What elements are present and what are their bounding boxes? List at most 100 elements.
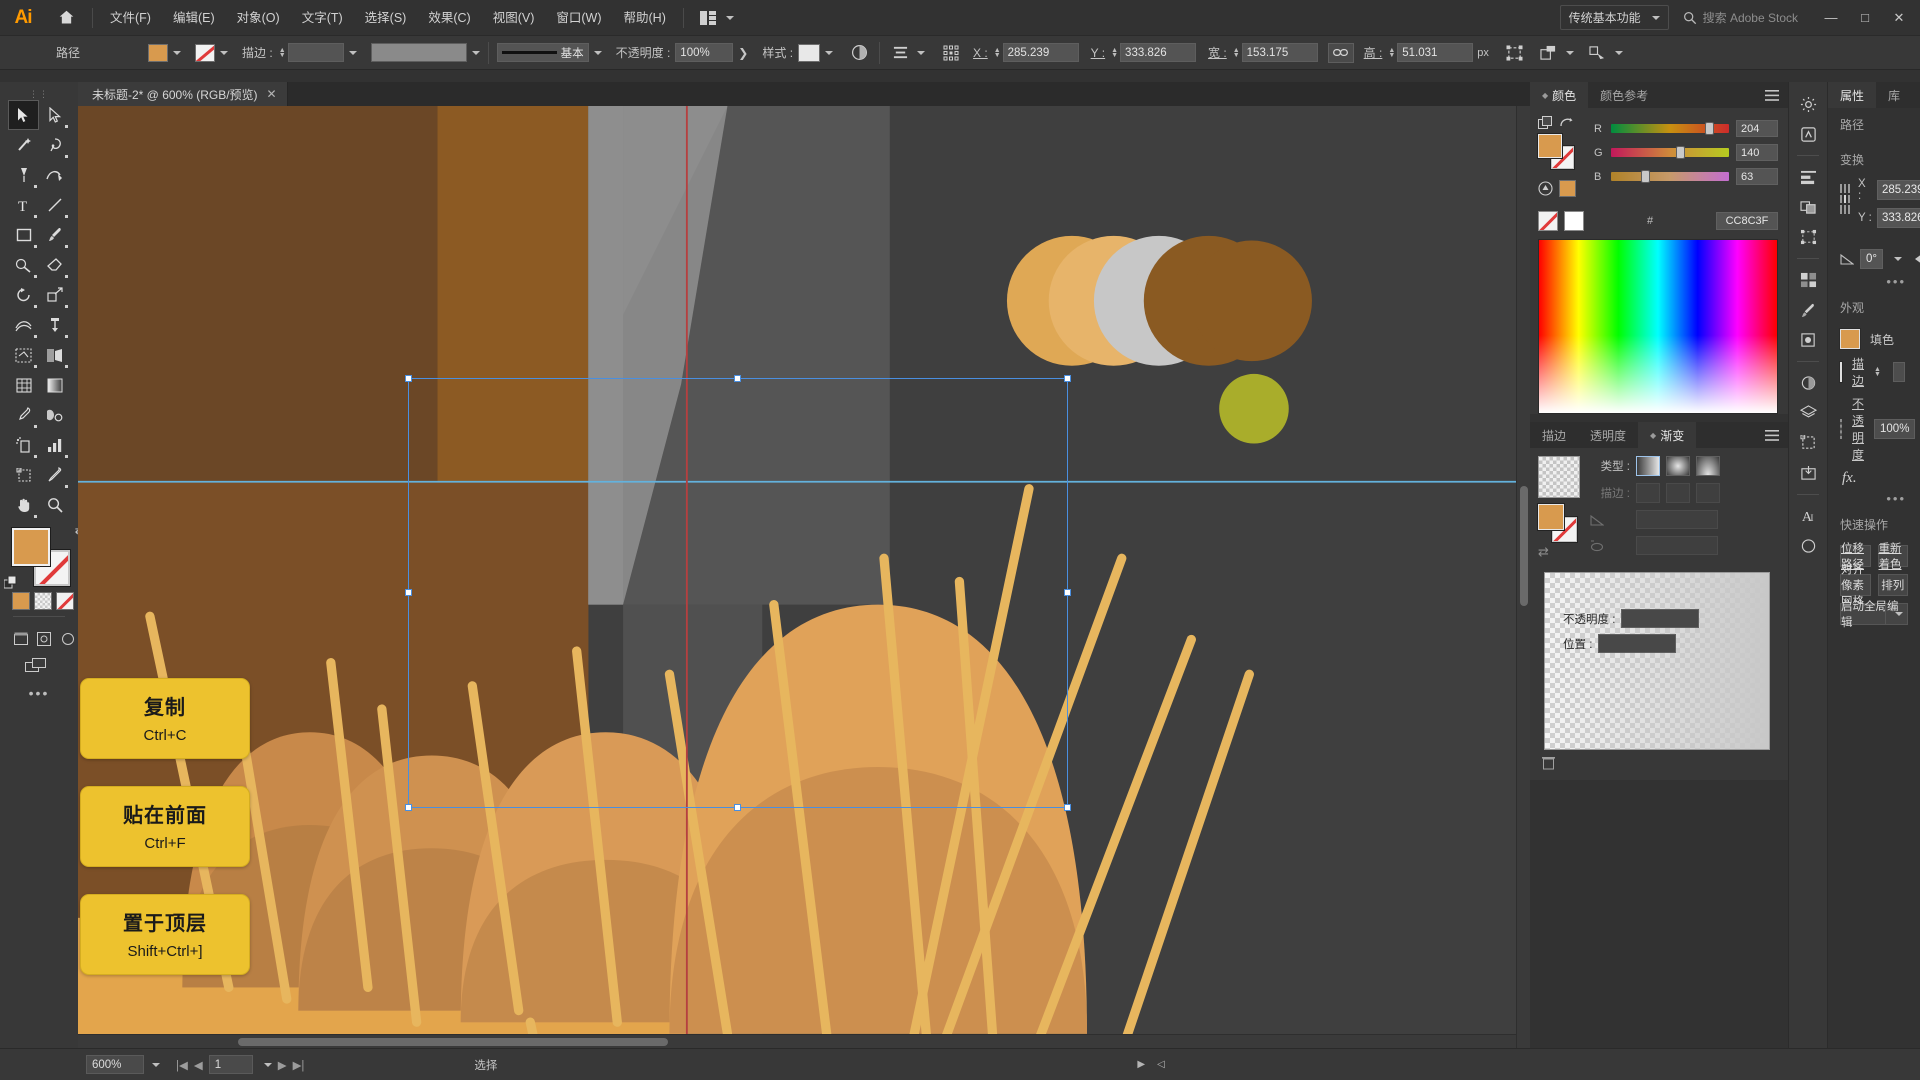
close-icon[interactable]: ✕ xyxy=(267,87,277,101)
swatches-rail-icon[interactable] xyxy=(1793,266,1823,294)
chevron-down-icon[interactable] xyxy=(1894,257,1902,261)
chevron-down-icon[interactable] xyxy=(348,50,357,55)
hex-input[interactable]: CC8C3F xyxy=(1716,212,1778,230)
scale-tool[interactable] xyxy=(39,280,70,310)
card-bring-to-front[interactable]: 置于顶层 Shift+Ctrl+] xyxy=(80,894,250,975)
transform-panel-icon[interactable] xyxy=(1503,41,1527,65)
chevron-down-icon[interactable] xyxy=(220,50,229,55)
status-next-icon[interactable]: ▶ xyxy=(1137,1059,1145,1070)
canvas-vertical-scrollbar[interactable] xyxy=(1516,106,1530,1048)
swap-colors-icon[interactable] xyxy=(1559,117,1573,129)
menu-file[interactable]: 文件(F) xyxy=(99,0,162,36)
symbols-rail-icon[interactable] xyxy=(1793,326,1823,354)
default-fill-stroke-icon[interactable] xyxy=(4,576,18,590)
shaper-tool[interactable] xyxy=(8,250,39,280)
type-tool[interactable]: T xyxy=(8,190,39,220)
normal-screen-mode-icon[interactable] xyxy=(12,629,31,649)
stroke-weight-input[interactable] xyxy=(287,43,344,62)
transform-rail-icon[interactable] xyxy=(1793,223,1823,251)
toggle-fill-stroke-icon[interactable] xyxy=(1538,116,1553,130)
g-value[interactable]: 140 xyxy=(1736,144,1778,161)
appearance-fill-swatch[interactable] xyxy=(1839,328,1861,350)
gradient-angle-input[interactable] xyxy=(1636,510,1718,529)
status-menu-icon[interactable]: ◁ xyxy=(1157,1059,1165,1070)
adobe-stock-search[interactable]: 搜索 Adobe Stock xyxy=(1683,9,1798,26)
rotate-tool[interactable] xyxy=(8,280,39,310)
zoom-level-input[interactable]: 600% xyxy=(86,1055,144,1074)
fullscreen-menubar-icon[interactable] xyxy=(35,629,54,649)
websafe-swatch[interactable] xyxy=(1559,180,1576,197)
zoom-tool[interactable] xyxy=(39,490,70,520)
reference-point-selector[interactable] xyxy=(1840,184,1850,214)
g-slider-track[interactable] xyxy=(1611,146,1729,159)
first-artboard-icon[interactable]: |◀ xyxy=(176,1058,188,1072)
tab-stroke[interactable]: 描边 xyxy=(1530,422,1578,448)
qa-arrange[interactable]: 排列 xyxy=(1877,574,1908,596)
menu-window[interactable]: 窗口(W) xyxy=(545,0,612,36)
artboard-tool[interactable] xyxy=(8,460,39,490)
paintbrush-tool[interactable] xyxy=(39,220,70,250)
appearance-rail-icon[interactable] xyxy=(1793,369,1823,397)
fill-swatch[interactable] xyxy=(148,43,169,62)
align-options-icon[interactable] xyxy=(888,41,912,65)
tab-transparency[interactable]: 透明度 xyxy=(1578,422,1638,448)
gradient-fill-swatch[interactable] xyxy=(1537,503,1565,531)
gradient-mode-button[interactable] xyxy=(34,592,52,610)
asset-export-rail-icon[interactable] xyxy=(1793,459,1823,487)
x-stepper[interactable]: ▲ ▼ xyxy=(994,47,1001,59)
stroke-profile-dropdown[interactable] xyxy=(370,43,467,62)
card-copy[interactable]: 复制 Ctrl+C xyxy=(80,678,250,759)
qa-global-edit[interactable]: 启动全局编辑 xyxy=(1840,601,1908,629)
change-screen-mode-icon[interactable] xyxy=(22,655,50,675)
close-button[interactable]: ✕ xyxy=(1882,5,1916,31)
tab-properties[interactable]: 属性 xyxy=(1828,82,1877,108)
height-input[interactable]: 51.031 xyxy=(1397,43,1474,62)
ref-point-bl[interactable] xyxy=(1840,205,1842,214)
transform-more-options-icon[interactable]: ••• xyxy=(1828,270,1920,291)
canvas-area[interactable]: 复制 Ctrl+C 贴在前面 Ctrl+F 置于顶层 Shift+Ctrl+] xyxy=(78,106,1530,1048)
document-tab[interactable]: 未标题-2* @ 600% (RGB/预览) ✕ xyxy=(78,82,288,106)
minimize-button[interactable]: — xyxy=(1814,5,1848,31)
ref-point-bc[interactable] xyxy=(1844,205,1846,214)
b-slider-knob[interactable] xyxy=(1640,170,1650,183)
character-rail-icon[interactable]: AI xyxy=(1793,502,1823,530)
layers-rail-icon[interactable] xyxy=(1793,399,1823,427)
chevron-down-icon[interactable] xyxy=(593,50,602,55)
tab-color-guide[interactable]: 颜色参考 xyxy=(1588,82,1660,108)
g-slider-knob[interactable] xyxy=(1675,146,1685,159)
props-x-input[interactable]: 285.239 xyxy=(1877,180,1920,200)
color-fill-swatch[interactable] xyxy=(1537,133,1563,159)
workspace-switcher[interactable]: 传统基本功能 xyxy=(1559,5,1669,30)
rectangle-tool[interactable] xyxy=(8,220,39,250)
reference-point-icon[interactable] xyxy=(939,41,963,65)
appearance-stroke-label[interactable]: 描边 xyxy=(1852,355,1864,389)
radial-gradient-button[interactable] xyxy=(1666,456,1690,476)
line-segment-tool[interactable] xyxy=(39,190,70,220)
ref-point-tc[interactable] xyxy=(1844,184,1846,193)
chevron-down-icon[interactable] xyxy=(1885,604,1907,624)
white-swatch[interactable] xyxy=(1564,211,1584,231)
ref-point-br[interactable] xyxy=(1848,205,1850,214)
chevron-down-icon[interactable] xyxy=(152,1062,160,1067)
menu-help[interactable]: 帮助(H) xyxy=(613,0,677,36)
gradient-reverse-icon[interactable]: ⇄ xyxy=(1538,540,1580,560)
chevron-down-icon[interactable] xyxy=(173,50,182,55)
properties-rail-icon[interactable] xyxy=(1793,90,1823,118)
color-mode-button[interactable] xyxy=(12,592,30,610)
graphic-style-swatch[interactable] xyxy=(798,43,821,62)
link-proportions-icon[interactable] xyxy=(1327,42,1354,63)
stroke-gradient-across-button[interactable] xyxy=(1696,483,1720,503)
eyedropper-tool[interactable] xyxy=(8,400,39,430)
r-slider-track[interactable] xyxy=(1611,122,1729,135)
linear-gradient-button[interactable] xyxy=(1636,456,1660,476)
width-input[interactable]: 153.175 xyxy=(1241,43,1318,62)
brush-definition-dropdown[interactable]: 基本 xyxy=(496,43,589,62)
chevron-down-icon[interactable] xyxy=(825,50,834,55)
mesh-tool[interactable] xyxy=(8,370,39,400)
ref-point-ml[interactable] xyxy=(1840,194,1842,204)
selection-tool[interactable] xyxy=(8,100,39,130)
opacity-rail-icon[interactable] xyxy=(1793,532,1823,560)
appearance-opacity-label[interactable]: 不透明度 xyxy=(1852,395,1864,463)
ref-point-mr[interactable] xyxy=(1848,194,1850,204)
blend-tool[interactable] xyxy=(39,400,70,430)
